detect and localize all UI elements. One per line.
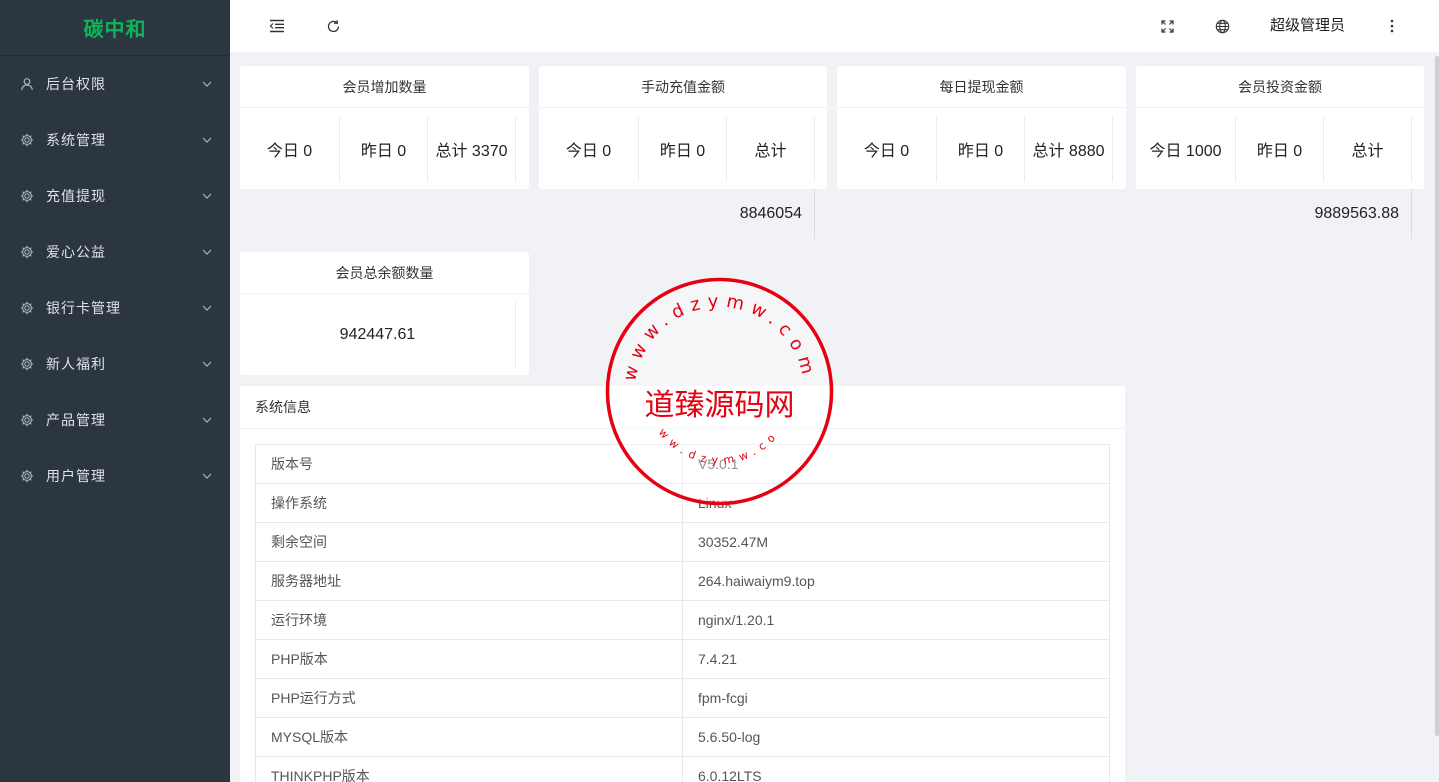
- sidebar-item-label: 系统管理: [46, 132, 106, 148]
- chevron-down-icon: [202, 193, 212, 199]
- chevron-down-icon: [202, 249, 212, 255]
- fullscreen-icon[interactable]: [1154, 13, 1180, 39]
- sidebar-item-label: 充值提现: [46, 188, 106, 204]
- stat-card-manual-recharge: 手动充值金额 今日 0 昨日 0 总计: [539, 66, 827, 189]
- stat-card-daily-withdraw: 每日提现金额 今日 0 昨日 0 总计 8880: [837, 66, 1126, 189]
- sidebar-item-bank-card[interactable]: 银行卡管理: [0, 280, 230, 336]
- table-row: 剩余空间 30352.47M: [255, 522, 1110, 562]
- row-value: fpm-fcgi: [682, 678, 1110, 718]
- watermark-stamp: www.dzymw.com 道臻源码网 www.dzymw.com: [597, 267, 834, 506]
- gear-icon: [20, 469, 34, 483]
- sidebar-item-charity[interactable]: 爱心公益: [0, 224, 230, 280]
- stat-total: 总计 3370: [428, 116, 516, 182]
- chevron-down-icon: [202, 473, 212, 479]
- gear-icon: [20, 301, 34, 315]
- row-value: nginx/1.20.1: [682, 600, 1110, 640]
- sidebar-item-recharge-withdraw[interactable]: 充值提现: [0, 168, 230, 224]
- sidebar-item-label: 新人福利: [46, 356, 106, 372]
- row-value: 7.4.21: [682, 639, 1110, 679]
- gear-icon: [20, 133, 34, 147]
- sidebar-item-permissions[interactable]: 后台权限: [0, 56, 230, 112]
- sidebar-item-system[interactable]: 系统管理: [0, 112, 230, 168]
- stat-today: 今日 0: [837, 116, 937, 182]
- globe-icon[interactable]: [1209, 13, 1235, 39]
- row-key: 运行环境: [255, 600, 683, 640]
- stat-card-total-balance: 会员总余额数量 942447.61: [240, 252, 529, 375]
- stat-total: 总计: [727, 116, 815, 182]
- stat-total-value: 8846054: [727, 189, 815, 239]
- stat-total-value: 9889563.88: [1294, 189, 1412, 239]
- brand-logo[interactable]: 碳中和: [0, 0, 230, 56]
- sidebar: 碳中和 后台权限 系统管理 充值提现 爱心公益 银行卡管理 新人福利 产品管理: [0, 0, 230, 782]
- sidebar-item-users[interactable]: 用户管理: [0, 448, 230, 504]
- gear-icon: [20, 357, 34, 371]
- row-key: 服务器地址: [255, 561, 683, 601]
- chevron-down-icon: [202, 81, 212, 87]
- table-row: PHP运行方式 fpm-fcgi: [255, 678, 1110, 718]
- row-value: 6.0.12LTS: [682, 756, 1110, 782]
- row-value: 264.haiwaiym9.top: [682, 561, 1110, 601]
- row-value: 30352.47M: [682, 522, 1110, 562]
- card-title: 会员总余额数量: [240, 252, 529, 294]
- chevron-down-icon: [202, 417, 212, 423]
- row-key: 剩余空间: [255, 522, 683, 562]
- stat-yesterday: 昨日 0: [340, 116, 428, 182]
- table-row: 运行环境 nginx/1.20.1: [255, 600, 1110, 640]
- stat-today: 今日 1000: [1136, 116, 1236, 182]
- table-row: MYSQL版本 5.6.50-log: [255, 717, 1110, 757]
- table-row: THINKPHP版本 6.0.12LTS: [255, 756, 1110, 782]
- stat-total: 总计: [1324, 116, 1412, 182]
- gear-icon: [20, 245, 34, 259]
- card-title: 会员投资金额: [1136, 66, 1424, 108]
- stat-today: 今日 0: [240, 116, 340, 182]
- sidebar-item-label: 用户管理: [46, 468, 106, 484]
- sidebar-item-newbie-benefits[interactable]: 新人福利: [0, 336, 230, 392]
- chevron-down-icon: [202, 361, 212, 367]
- balance-value: 942447.61: [240, 302, 516, 368]
- chevron-down-icon: [202, 305, 212, 311]
- menu-fold-icon[interactable]: [264, 13, 290, 39]
- row-key: PHP版本: [255, 639, 683, 679]
- card-title: 手动充值金额: [539, 66, 827, 108]
- stat-yesterday: 昨日 0: [937, 116, 1025, 182]
- stat-card-member-growth: 会员增加数量 今日 0 昨日 0 总计 3370: [240, 66, 529, 189]
- sidebar-item-label: 爱心公益: [46, 244, 106, 260]
- user-icon: [20, 77, 34, 91]
- scrollbar[interactable]: [1435, 56, 1439, 736]
- chevron-down-icon: [202, 137, 212, 143]
- card-title: 每日提现金额: [837, 66, 1126, 108]
- stat-today: 今日 0: [539, 116, 639, 182]
- sidebar-item-products[interactable]: 产品管理: [0, 392, 230, 448]
- refresh-icon[interactable]: [320, 13, 346, 39]
- sidebar-item-label: 产品管理: [46, 412, 106, 428]
- stat-card-member-investment: 会员投资金额 今日 1000 昨日 0 总计: [1136, 66, 1424, 189]
- sidebar-item-label: 银行卡管理: [46, 300, 121, 316]
- main-content: 会员增加数量 今日 0 昨日 0 总计 3370 手动充值金额 今日 0 昨日 …: [230, 52, 1439, 782]
- sidebar-item-label: 后台权限: [46, 76, 106, 92]
- stat-yesterday: 昨日 0: [1236, 116, 1324, 182]
- gear-icon: [20, 413, 34, 427]
- top-header: 超级管理员: [230, 0, 1439, 52]
- table-row: PHP版本 7.4.21: [255, 639, 1110, 679]
- stat-yesterday: 昨日 0: [639, 116, 727, 182]
- row-value: 5.6.50-log: [682, 717, 1110, 757]
- admin-user-menu[interactable]: 超级管理员: [1270, 0, 1345, 52]
- card-title: 会员增加数量: [240, 66, 529, 108]
- gear-icon: [20, 189, 34, 203]
- stat-total: 总计 8880: [1025, 116, 1113, 182]
- row-key: THINKPHP版本: [255, 756, 683, 782]
- row-key: MYSQL版本: [255, 717, 683, 757]
- watermark-main-text: 道臻源码网: [645, 388, 795, 423]
- row-key: PHP运行方式: [255, 678, 683, 718]
- table-row: 服务器地址 264.haiwaiym9.top: [255, 561, 1110, 601]
- more-vertical-icon[interactable]: [1379, 13, 1405, 39]
